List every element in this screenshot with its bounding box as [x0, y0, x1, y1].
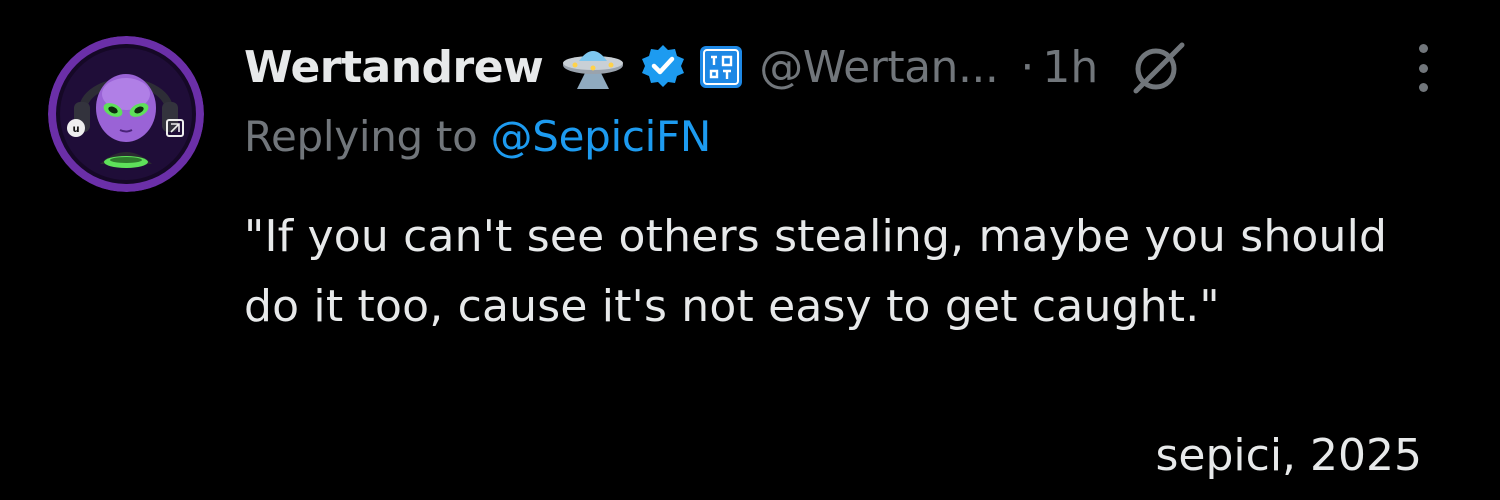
more-dot: [1418, 63, 1428, 73]
quote-attribution: sepici, 2025: [1155, 430, 1422, 481]
tweet: u Wertandrew @Wertan... · 1h Replying to…: [0, 0, 1500, 500]
alien-gamer-avatar-icon: u: [48, 36, 204, 192]
more-vertical-icon[interactable]: [1406, 40, 1440, 96]
flying-saucer-icon: [561, 41, 625, 93]
display-name[interactable]: Wertandrew: [244, 42, 544, 93]
svg-text:u: u: [72, 124, 79, 135]
verified-badge-icon[interactable]: [639, 43, 687, 91]
separator-dot: ·: [1020, 41, 1035, 93]
author-handle[interactable]: @Wertan...: [759, 42, 999, 93]
timestamp[interactable]: 1h: [1042, 42, 1098, 93]
tweet-text: "If you can't see others stealing, maybe…: [244, 211, 1388, 332]
replying-to-label: Replying to: [244, 112, 491, 161]
more-dot: [1418, 83, 1428, 92]
more-dot: [1418, 44, 1428, 53]
avatar[interactable]: u: [48, 36, 204, 192]
replying-to: Replying to @SepiciFN: [244, 112, 711, 161]
blue-square-badge-icon[interactable]: [699, 45, 743, 89]
tweet-header: Wertandrew @Wertan... · 1h: [244, 34, 1188, 100]
null-sign-icon: [1128, 39, 1188, 95]
reply-mention-link[interactable]: @SepiciFN: [491, 112, 712, 161]
